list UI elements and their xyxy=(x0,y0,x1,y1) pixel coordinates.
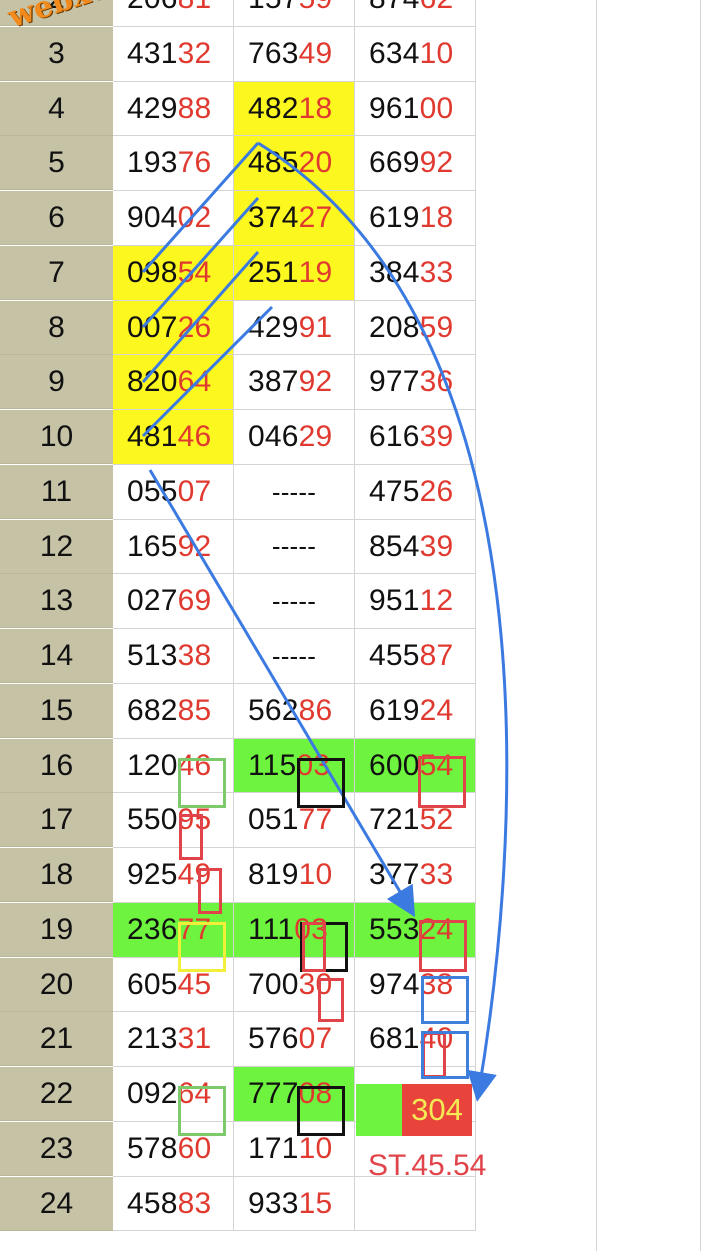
diagonal-line-3 xyxy=(141,251,260,383)
diagonal-line-1 xyxy=(141,142,260,273)
diagonal-line-2 xyxy=(141,197,260,328)
curved-arrow-to-result xyxy=(257,141,509,1102)
arrow-to-row19 xyxy=(148,469,416,918)
diagonal-line-4 xyxy=(141,305,274,438)
arrow-overlay xyxy=(141,141,509,1102)
